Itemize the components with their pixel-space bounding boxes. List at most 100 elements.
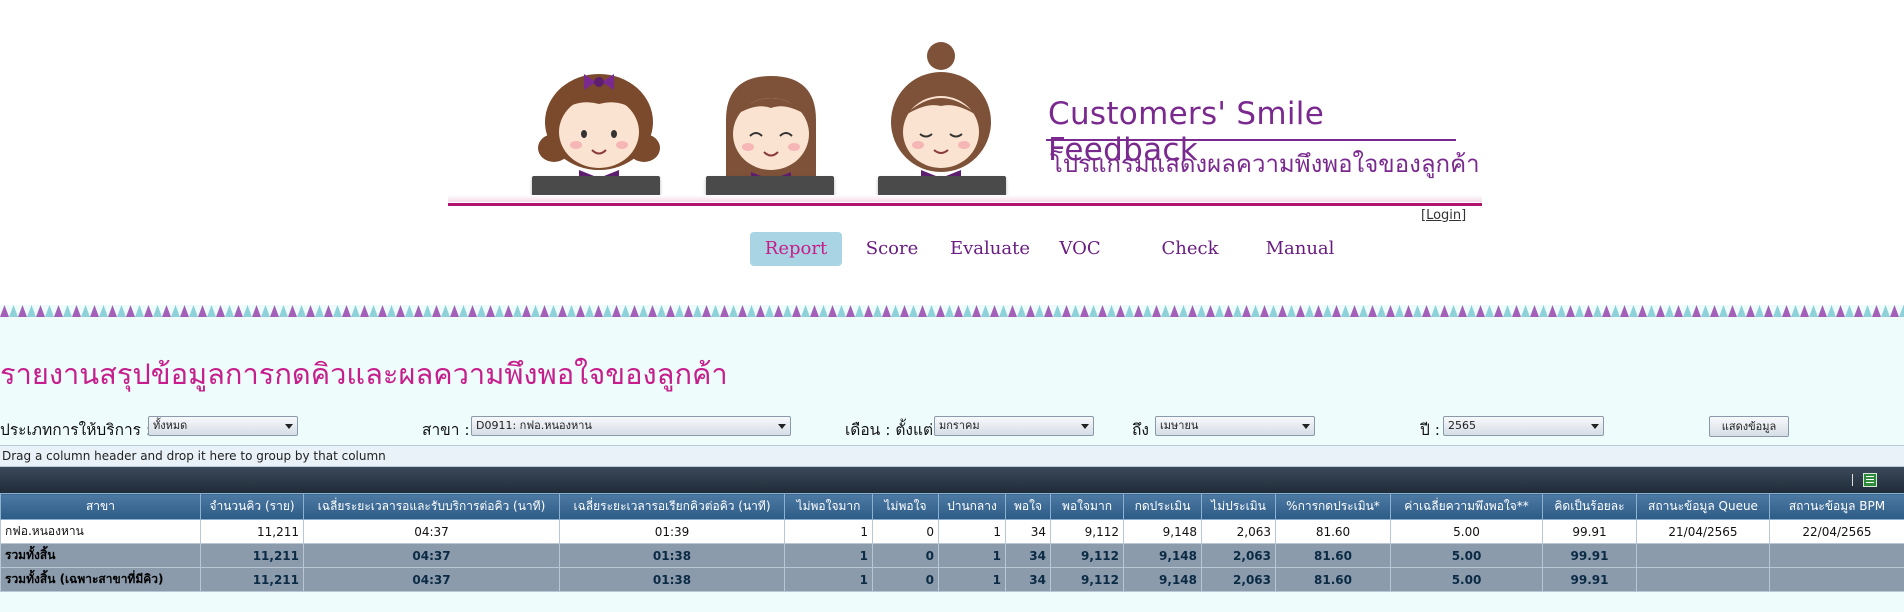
cell-queue-status — [1636, 567, 1770, 592]
cell-not-rated: 2,063 — [1201, 543, 1276, 568]
report-content: รายงานสรุปข้อมูลการกดคิวและผลความพึงพอใจ… — [0, 317, 1904, 612]
month-from-select[interactable]: มกราคม — [934, 416, 1094, 436]
cell-very-satisfied: 9,112 — [1050, 519, 1124, 544]
cell-very-dissatisfied: 1 — [784, 567, 873, 592]
cell-branch: กฟอ.หนองหาน — [0, 519, 201, 544]
cell-very-satisfied: 9,112 — [1050, 543, 1124, 568]
cell-avg-wait-service: 04:37 — [303, 519, 560, 544]
cell-avg-wait-service: 04:37 — [303, 567, 560, 592]
login-link[interactable]: Login — [1426, 208, 1461, 223]
branch-select[interactable]: D0911: กฟอ.หนองหาน — [471, 416, 791, 436]
column-header-avg-wait-service[interactable]: เฉลี่ยระยะเวลารอและรับบริการต่อคิว (นาที… — [303, 493, 560, 520]
cell-very-dissatisfied: 1 — [784, 543, 873, 568]
cell-neutral: 1 — [938, 543, 1006, 568]
cell-avg-wait-call: 01:38 — [559, 567, 785, 592]
service-type-value: ทั้งหมด — [153, 419, 188, 432]
chevron-down-icon — [1302, 424, 1310, 429]
service-type-label: ประเภทการให้บริการ : — [0, 421, 152, 439]
cell-rated: 9,148 — [1123, 567, 1202, 592]
cell-queue-count: 11,211 — [200, 567, 304, 592]
cell-avg-wait-service: 04:37 — [303, 543, 560, 568]
nav-manual[interactable]: Manual — [1246, 232, 1354, 266]
cell-rated: 9,148 — [1123, 519, 1202, 544]
cell-percentage: 99.91 — [1542, 567, 1637, 592]
cell-percentage: 99.91 — [1542, 519, 1637, 544]
chevron-down-icon — [1081, 424, 1089, 429]
nav-evaluate[interactable]: Evaluate — [945, 232, 1035, 266]
column-header-not-rated[interactable]: ไม่ประเมิน — [1201, 493, 1276, 520]
cell-bpm-status: 22/04/2565 — [1769, 519, 1904, 544]
column-header-rated[interactable]: กดประเมิน — [1123, 493, 1202, 520]
girl-illustration-2 — [706, 50, 836, 190]
column-header-neutral[interactable]: ปานกลาง — [938, 493, 1006, 520]
cell-rating-percent: 81.60 — [1275, 543, 1391, 568]
cell-queue-count: 11,211 — [200, 543, 304, 568]
year-select[interactable]: 2565 — [1443, 416, 1604, 436]
banner-shadow — [448, 195, 1482, 202]
cell-rated: 9,148 — [1123, 543, 1202, 568]
excel-export-icon[interactable] — [1863, 473, 1877, 487]
cell-very-dissatisfied: 1 — [784, 519, 873, 544]
column-header-bpm-status[interactable]: สถานะข้อมูล BPM — [1769, 493, 1904, 520]
nav-report[interactable]: Report — [750, 232, 842, 266]
month-to-value: เมษายน — [1160, 419, 1199, 432]
report-table: สาขา จำนวนคิว (ราย) เฉลี่ยระยะเวลารอและร… — [0, 493, 1904, 592]
chevron-down-icon — [778, 424, 786, 429]
cell-bpm-status — [1769, 543, 1904, 568]
month-to-select[interactable]: เมษายน — [1155, 416, 1315, 436]
table-row[interactable]: กฟอ.หนองหาน 11,211 04:37 01:39 1 0 1 34 … — [0, 519, 1904, 544]
column-header-very-dissatisfied[interactable]: ไม่พอใจมาก — [784, 493, 873, 520]
login-bracket-close: ] — [1461, 208, 1467, 223]
year-value: 2565 — [1448, 419, 1476, 432]
cell-satisfied: 34 — [1005, 567, 1051, 592]
login-area: [Login] — [1421, 208, 1466, 223]
column-header-satisfied[interactable]: พอใจ — [1005, 493, 1051, 520]
cell-avg-satisfaction: 5.00 — [1390, 567, 1543, 592]
cell-branch: รวมทั้งสิ้น (เฉพาะสาขาที่มีคิว) — [0, 567, 201, 592]
column-header-percentage[interactable]: คิดเป็นร้อยละ — [1542, 493, 1637, 520]
show-data-button[interactable]: แสดงข้อมูล — [1709, 416, 1789, 437]
cell-dissatisfied: 0 — [872, 543, 939, 568]
cell-dissatisfied: 0 — [872, 567, 939, 592]
grid-toolbar — [0, 467, 1904, 493]
column-header-very-satisfied[interactable]: พอใจมาก — [1050, 493, 1124, 520]
cell-not-rated: 2,063 — [1201, 519, 1276, 544]
cell-avg-satisfaction: 5.00 — [1390, 519, 1543, 544]
cell-queue-status — [1636, 543, 1770, 568]
cell-dissatisfied: 0 — [872, 519, 939, 544]
cell-very-satisfied: 9,112 — [1050, 567, 1124, 592]
cell-satisfied: 34 — [1005, 519, 1051, 544]
chevron-down-icon — [1591, 424, 1599, 429]
month-from-label: เดือน : ตั้งแต่ — [845, 421, 934, 439]
column-header-dissatisfied[interactable]: ไม่พอใจ — [872, 493, 939, 520]
month-to-label: ถึง — [1132, 421, 1149, 439]
header: Customers' Smile Feedback โปรแกรมแสดงผลค… — [0, 0, 1904, 305]
cell-avg-wait-call: 01:38 — [559, 543, 785, 568]
year-label: ปี : — [1420, 421, 1440, 439]
cell-rating-percent: 81.60 — [1275, 567, 1391, 592]
nav-score[interactable]: Score — [857, 232, 927, 266]
cell-neutral: 1 — [938, 567, 1006, 592]
column-header-queue-count[interactable]: จำนวนคิว (ราย) — [200, 493, 304, 520]
column-header-avg-satisfaction[interactable]: ค่าเฉลี่ยความพึงพอใจ** — [1390, 493, 1543, 520]
column-header-queue-status[interactable]: สถานะข้อมูล Queue — [1636, 493, 1770, 520]
group-by-panel[interactable]: Drag a column header and drop it here to… — [0, 445, 1904, 467]
column-header-rating-percent[interactable]: %การกดประเมิน* — [1275, 493, 1391, 520]
branch-value: D0911: กฟอ.หนองหาน — [476, 419, 592, 432]
cell-percentage: 99.91 — [1542, 543, 1637, 568]
desk-3 — [878, 176, 1006, 196]
column-header-branch[interactable]: สาขา — [0, 493, 201, 520]
decorative-triangle-border — [0, 305, 1904, 317]
cell-queue-status: 21/04/2565 — [1636, 519, 1770, 544]
month-from-value: มกราคม — [939, 419, 980, 432]
brand-divider — [1046, 139, 1456, 141]
page-title: รายงานสรุปข้อมูลการกดคิวและผลความพึงพอใจ… — [0, 357, 728, 391]
summary-row-total: รวมทั้งสิ้น 11,211 04:37 01:38 1 0 1 34 … — [0, 543, 1904, 568]
cell-queue-count: 11,211 — [200, 519, 304, 544]
service-type-select[interactable]: ทั้งหมด — [148, 416, 298, 436]
nav-voc[interactable]: VOC — [1054, 232, 1106, 266]
nav-check[interactable]: Check — [1150, 232, 1230, 266]
column-header-avg-wait-call[interactable]: เฉลี่ยระยะเวลารอเรียกคิวต่อคิว (นาที) — [559, 493, 785, 520]
cell-satisfied: 34 — [1005, 543, 1051, 568]
cell-avg-wait-call: 01:39 — [559, 519, 785, 544]
